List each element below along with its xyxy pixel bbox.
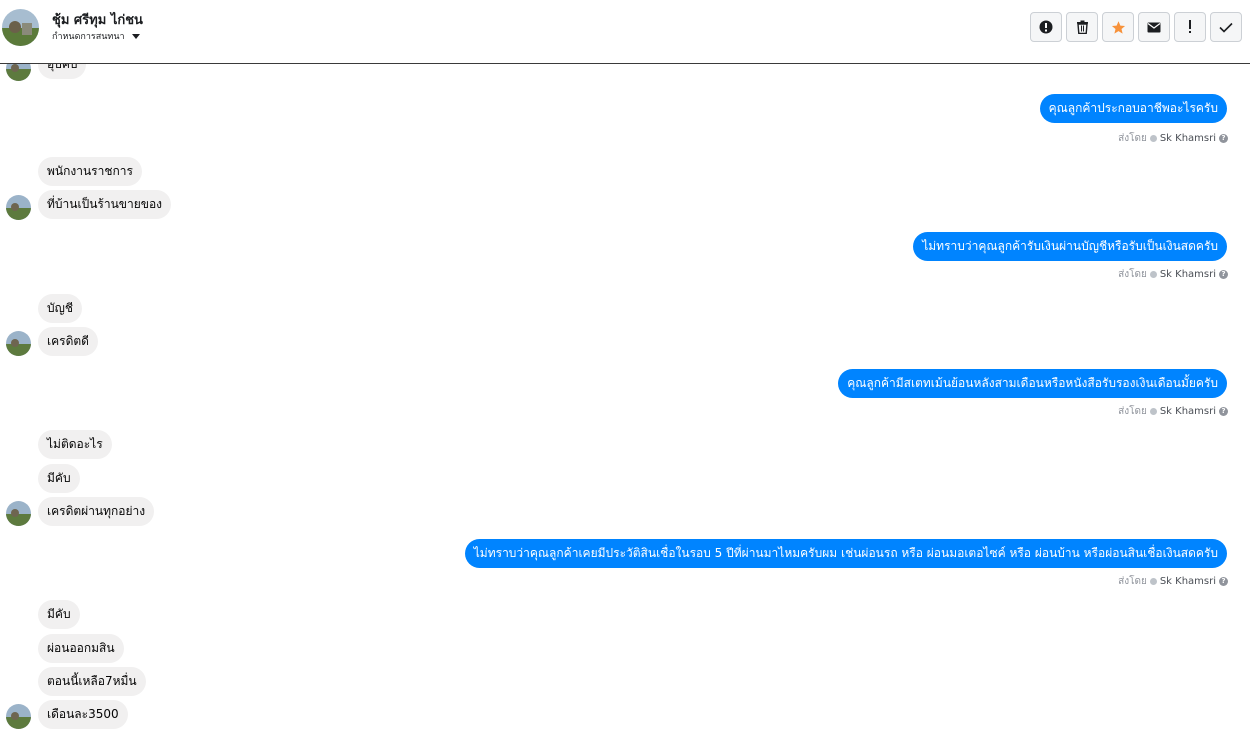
sent-by-label: ส่งโดย Sk Khamsri ? [1118, 574, 1228, 589]
alert-circle-icon [1039, 20, 1053, 34]
incoming-message: บัญชี [38, 294, 82, 323]
sender-name[interactable]: Sk Khamsri [1160, 576, 1216, 587]
sent-by-prefix: ส่งโดย [1118, 406, 1147, 417]
incoming-message: ไม่ติดอะไร [38, 430, 112, 459]
incoming-message: เดือนละ3500 [38, 700, 128, 729]
done-button[interactable] [1210, 12, 1242, 42]
contact-avatar [6, 331, 31, 356]
spam-button[interactable] [1030, 12, 1062, 42]
sent-by-prefix: ส่งโดย [1118, 576, 1147, 587]
delete-button[interactable] [1066, 12, 1098, 42]
conversation-header: ชุ้ม ศรีทุม ไก่ชน กำหนดการสนทนา [0, 0, 1250, 64]
help-icon[interactable]: ? [1219, 577, 1228, 586]
sender-dot-icon [1149, 408, 1157, 415]
outgoing-message: ไม่ทราบว่าคุณลูกค้ารับเงินผ่านบัญชีหรือร… [913, 232, 1227, 261]
exclamation-icon [1189, 20, 1191, 33]
outgoing-message: คุณลูกค้าประกอบอาชีพอะไรครับ [1039, 94, 1227, 123]
conversation-settings-label: กำหนดการสนทนา [52, 32, 125, 42]
contact-avatar [6, 704, 31, 729]
outgoing-message: คุณลูกค้ามีสเตทเม้นย้อนหลังสามเดือนหรือห… [838, 369, 1227, 398]
contact-avatar [6, 195, 31, 220]
sender-dot-icon [1149, 578, 1157, 585]
message-thread[interactable]: อุ๊บคับ คุณลูกค้าประกอบอาชีพอะไรครับ ส่ง… [0, 0, 1250, 740]
sender-name[interactable]: Sk Khamsri [1160, 406, 1216, 417]
contact-name[interactable]: ชุ้ม ศรีทุม ไก่ชน [52, 9, 143, 30]
contact-avatar [6, 501, 31, 526]
incoming-message: มีคับ [38, 464, 80, 493]
help-icon[interactable]: ? [1219, 407, 1228, 416]
star-icon [1111, 20, 1125, 34]
contact-avatar[interactable] [2, 9, 39, 46]
sent-by-label: ส่งโดย Sk Khamsri ? [1118, 404, 1228, 419]
incoming-message: มีคับ [38, 600, 80, 629]
trash-icon [1076, 20, 1088, 34]
sender-dot-icon [1149, 271, 1157, 278]
checkmark-icon [1219, 22, 1233, 33]
incoming-message: พนักงานราชการ [38, 157, 142, 186]
sent-by-label: ส่งโดย Sk Khamsri ? [1118, 267, 1228, 282]
sender-name[interactable]: Sk Khamsri [1160, 269, 1216, 280]
caret-down-icon [131, 34, 140, 39]
incoming-message: ตอนนี้เหลือ7หมื่น [38, 667, 146, 696]
outgoing-message: ไม่ทราบว่าคุณลูกค้าเคยมีประวัติสินเชื่อใ… [464, 539, 1227, 568]
conversation-settings-dropdown[interactable]: กำหนดการสนทนา [52, 29, 140, 43]
help-icon[interactable]: ? [1219, 134, 1228, 143]
incoming-message: ผ่อนออกมสิน [38, 634, 124, 663]
sent-by-prefix: ส่งโดย [1118, 269, 1147, 280]
sender-name[interactable]: Sk Khamsri [1160, 133, 1216, 144]
incoming-message: เครดิตผ่านทุกอย่าง [38, 497, 155, 526]
important-button[interactable] [1174, 12, 1206, 42]
sent-by-label: ส่งโดย Sk Khamsri ? [1118, 131, 1228, 146]
sent-by-prefix: ส่งโดย [1118, 133, 1147, 144]
envelope-icon [1147, 22, 1161, 32]
star-button[interactable] [1102, 12, 1134, 42]
help-icon[interactable]: ? [1219, 270, 1228, 279]
sender-dot-icon [1149, 135, 1157, 142]
incoming-message: เครดิตดี [38, 327, 98, 356]
action-toolbar [1030, 12, 1242, 42]
mark-unread-button[interactable] [1138, 12, 1170, 42]
incoming-message: ที่บ้านเป็นร้านขายของ [38, 190, 172, 219]
